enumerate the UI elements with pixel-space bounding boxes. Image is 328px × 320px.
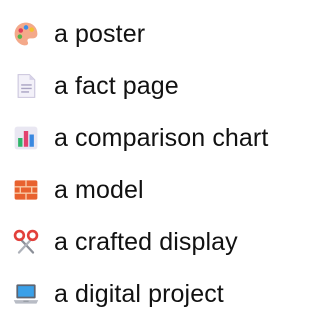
list-item-fact-page: a fact page <box>10 60 268 112</box>
item-label: a comparison chart <box>54 124 269 152</box>
item-label: a model <box>54 176 144 204</box>
list-item-crafted-display: a crafted display <box>10 216 268 268</box>
artist-palette-icon <box>10 18 42 50</box>
item-label: a poster <box>54 20 146 48</box>
list-item-poster: a poster <box>10 8 268 60</box>
item-label: a digital project <box>54 280 224 308</box>
list-item-comparison-chart: a comparison chart <box>10 112 268 164</box>
list-item-model: a model <box>10 164 268 216</box>
page-facing-up-icon <box>10 70 42 102</box>
brick-icon <box>10 174 42 206</box>
item-label: a fact page <box>54 72 179 100</box>
bar-chart-icon <box>10 122 42 154</box>
item-label: a crafted display <box>54 228 238 256</box>
laptop-icon <box>10 278 42 310</box>
list-item-digital-project: a digital project <box>10 268 268 320</box>
project-options-list: a poster a fact page a comparison chart <box>10 8 268 320</box>
scissors-icon <box>10 226 42 258</box>
